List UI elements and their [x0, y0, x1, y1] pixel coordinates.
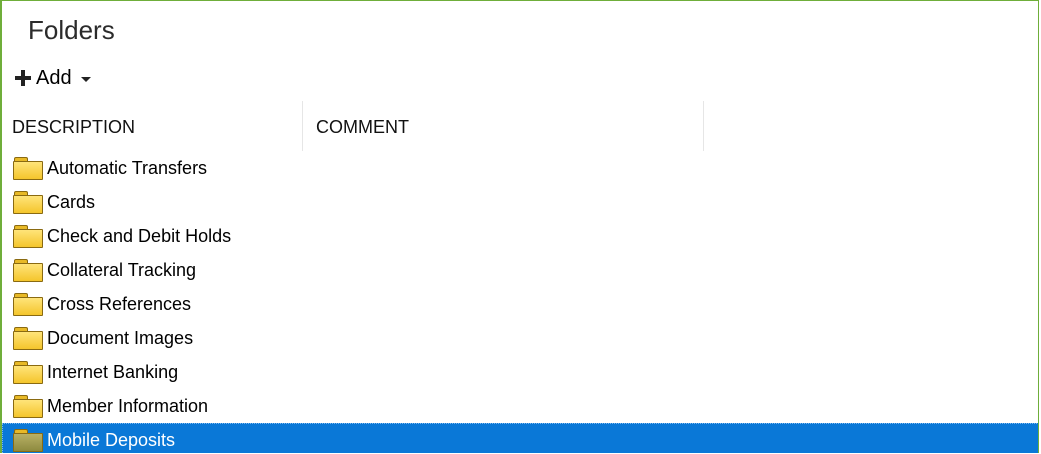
plus-icon — [14, 69, 32, 87]
folder-icon — [13, 395, 43, 418]
folder-row[interactable]: Internet Banking — [2, 355, 1038, 389]
column-header-comment[interactable]: COMMENT — [316, 101, 702, 151]
grid-header: DESCRIPTION COMMENT — [2, 101, 1038, 151]
add-label: Add — [36, 67, 72, 89]
column-separator[interactable] — [703, 101, 704, 151]
folder-row-selected[interactable]: Mobile Deposits — [2, 423, 1038, 453]
folder-description: Check and Debit Holds — [47, 226, 232, 246]
caret-down-icon[interactable] — [80, 77, 91, 82]
folder-row[interactable]: Cross References — [2, 287, 1038, 321]
column-header-description[interactable]: DESCRIPTION — [12, 101, 300, 151]
folder-row[interactable]: Document Images — [2, 321, 1038, 355]
folder-description: Internet Banking — [47, 362, 179, 382]
folder-row[interactable]: Automatic Transfers — [2, 151, 1038, 185]
folder-description: Cards — [47, 192, 96, 212]
folder-icon — [13, 327, 43, 350]
folder-icon — [13, 157, 43, 180]
folder-description: Collateral Tracking — [47, 260, 197, 280]
folders-panel: Folders Add DESCRIPTION COMMENT Automati… — [0, 0, 1039, 453]
folder-list: Automatic Transfers Cards Check and Debi… — [2, 151, 1038, 453]
folder-icon — [13, 361, 43, 384]
folder-description: Document Images — [47, 328, 194, 348]
folder-row[interactable]: Member Information — [2, 389, 1038, 423]
folder-row[interactable]: Cards — [2, 185, 1038, 219]
column-separator[interactable] — [302, 101, 303, 151]
folder-icon — [13, 429, 43, 452]
add-button[interactable]: Add — [14, 65, 91, 91]
folder-description: Cross References — [47, 294, 192, 314]
folder-description: Automatic Transfers — [47, 158, 208, 178]
folder-icon — [13, 225, 43, 248]
folder-row[interactable]: Check and Debit Holds — [2, 219, 1038, 253]
panel-title: Folders — [28, 15, 115, 45]
folder-row[interactable]: Collateral Tracking — [2, 253, 1038, 287]
folder-icon — [13, 259, 43, 282]
folder-description: Member Information — [47, 396, 209, 416]
folder-description: Mobile Deposits — [47, 430, 176, 450]
folder-icon — [13, 293, 43, 316]
folder-icon — [13, 191, 43, 214]
